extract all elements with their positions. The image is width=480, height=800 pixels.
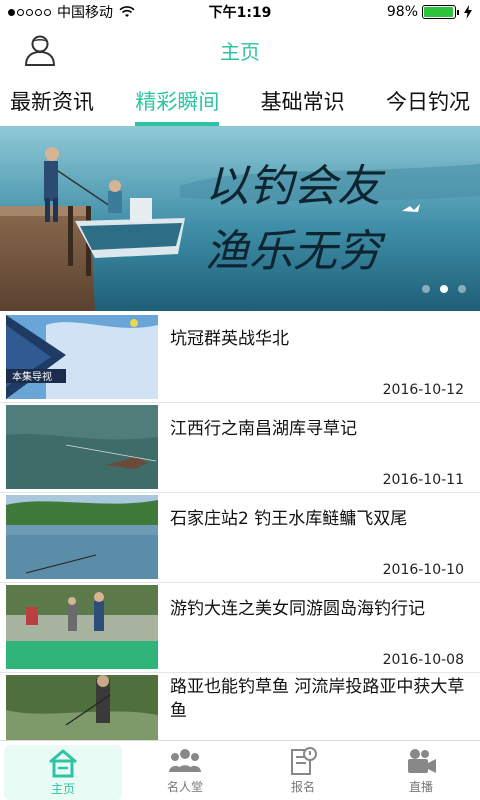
charging-icon — [464, 5, 472, 19]
status-time: 下午1:19 — [208, 5, 272, 21]
battery-percent: 98% — [386, 4, 418, 20]
category-tabs: 最新资讯 精彩瞬间 基础常识 今日钓况 — [0, 76, 480, 126]
news-item[interactable]: 本集导视 坑冠群英战华北 2016-10-12 — [0, 313, 480, 403]
app-header: 主页 — [0, 24, 480, 76]
news-thumbnail — [6, 495, 158, 579]
nav-label: 报名 — [290, 780, 315, 794]
nav-signup[interactable]: 报名 — [244, 741, 362, 800]
news-list: 本集导视 坑冠群英战华北 2016-10-12 江西行之南昌湖库寻草记 2016… — [0, 313, 480, 763]
nav-live[interactable]: 直播 — [362, 741, 480, 800]
tab-latest-news[interactable]: 最新资讯 — [10, 78, 94, 124]
carrier-name: 中国移动 — [57, 5, 113, 21]
tab-today-fishing[interactable]: 今日钓况 — [386, 78, 470, 124]
news-date: 2016-10-10 — [382, 562, 464, 578]
news-thumbnail — [6, 585, 158, 669]
signal-strength-icon — [8, 8, 51, 16]
news-item[interactable]: 江西行之南昌湖库寻草记 2016-10-11 — [0, 403, 480, 493]
news-title: 石家庄站2 钓王水库鲢鳙飞双尾 — [170, 509, 408, 529]
page-title: 主页 — [220, 40, 260, 64]
news-title: 江西行之南昌湖库寻草记 — [170, 419, 357, 439]
nav-hall-of-fame[interactable]: 名人堂 — [126, 741, 244, 800]
signup-icon — [291, 747, 317, 775]
banner-slogan-1: 以钓会友 — [205, 161, 386, 212]
status-right: 98% — [292, 4, 472, 20]
news-date: 2016-10-11 — [382, 472, 464, 488]
status-bar: 中国移动 下午1:19 98% — [0, 0, 480, 24]
status-left: 中国移动 — [8, 2, 188, 22]
people-icon — [169, 749, 201, 772]
banner-slogan-2: 渔乐无穷 — [205, 226, 386, 277]
news-title: 坑冠群英战华北 — [170, 329, 289, 349]
news-item[interactable]: 石家庄站2 钓王水库鲢鳙飞双尾 2016-10-10 — [0, 493, 480, 583]
home-icon — [49, 749, 77, 778]
news-title: 游钓大连之美女同游圆岛海钓行记 — [170, 599, 425, 619]
banner-carousel[interactable]: 以钓会友 渔乐无穷 — [0, 126, 480, 311]
thumbnail-caption: 本集导视 — [12, 370, 52, 383]
news-date: 2016-10-08 — [382, 652, 464, 668]
tab-basics[interactable]: 基础常识 — [261, 78, 345, 124]
wifi-icon — [119, 6, 135, 17]
nav-label: 直播 — [408, 780, 433, 794]
news-item[interactable]: 游钓大连之美女同游圆岛海钓行记 2016-10-08 — [0, 583, 480, 673]
battery-icon — [422, 5, 459, 19]
carousel-dot-active[interactable] — [440, 285, 448, 293]
camera-icon — [408, 749, 436, 773]
news-thumbnail: 本集导视 — [6, 315, 158, 399]
nav-label: 主页 — [50, 782, 75, 796]
nav-home[interactable]: 主页 — [4, 745, 122, 800]
carousel-indicator — [422, 285, 466, 293]
carousel-dot[interactable] — [422, 285, 430, 293]
banner-image: 以钓会友 渔乐无穷 — [0, 126, 480, 311]
battery-fill — [424, 7, 454, 17]
tab-highlights[interactable]: 精彩瞬间 — [135, 78, 220, 126]
bottom-nav: 主页 名人堂 报名 直播 — [0, 740, 480, 800]
news-date: 2016-10-12 — [382, 382, 464, 398]
news-title: 路亚也能钓草鱼 河流岸投路亚中获大草鱼 — [170, 677, 465, 721]
news-thumbnail — [6, 405, 158, 489]
nav-label: 名人堂 — [166, 780, 203, 794]
carousel-dot[interactable] — [458, 285, 466, 293]
